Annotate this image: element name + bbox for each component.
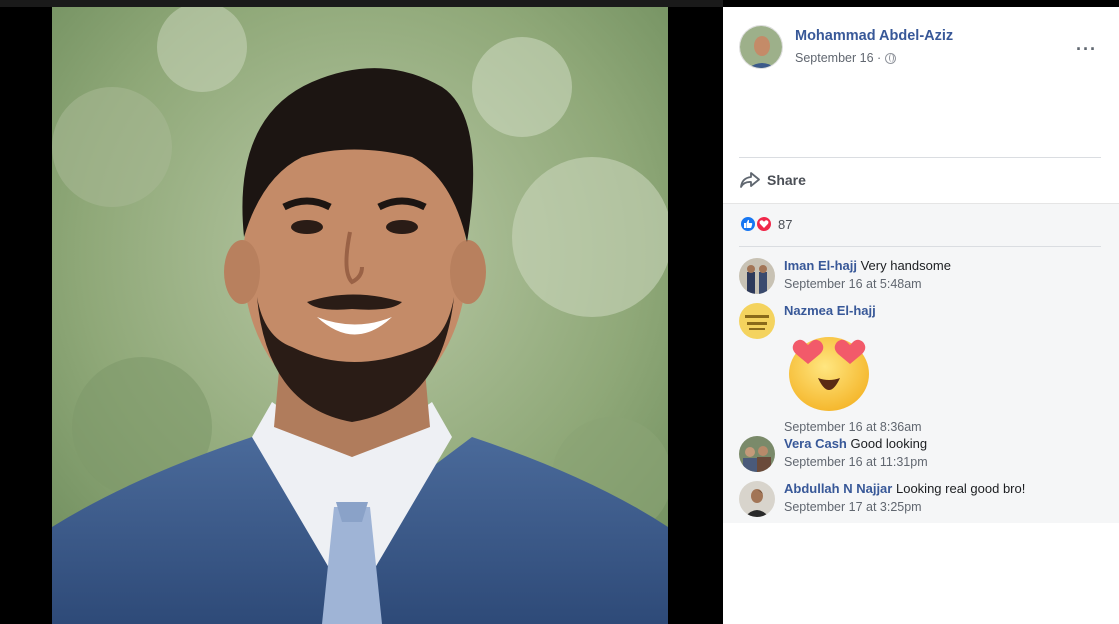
- share-button[interactable]: Share: [739, 168, 806, 192]
- heart-eyes-emoji-icon: [784, 328, 876, 414]
- comment-text: Good looking: [850, 436, 928, 451]
- commenter-name[interactable]: Iman El-hajj: [784, 258, 857, 273]
- divider: [739, 246, 1101, 247]
- top-strip: [0, 0, 723, 7]
- comment-body: Iman El-hajj Very handsome September 16 …: [784, 256, 1109, 294]
- post-photo[interactable]: [52, 7, 668, 624]
- commenter-avatar[interactable]: [739, 258, 775, 294]
- comment-body: Vera Cash Good looking September 16 at 1…: [784, 434, 1109, 472]
- comment-time[interactable]: September 16 at 5:48am: [784, 275, 1109, 294]
- commenter-avatar[interactable]: [739, 303, 775, 339]
- post-sidebar: Mohammad Abdel-Aziz September 16 · ··· S…: [723, 7, 1119, 624]
- love-icon: [755, 215, 773, 233]
- commenter-name[interactable]: Abdullah N Najjar: [784, 481, 892, 496]
- portrait-image: [52, 7, 668, 624]
- globe-icon: [885, 52, 897, 64]
- commenter-avatar[interactable]: [739, 481, 775, 517]
- comment-text: Very handsome: [860, 258, 951, 273]
- commenter-name[interactable]: Nazmea El-hajj: [784, 303, 876, 318]
- post-header: Mohammad Abdel-Aziz September 16 · ···: [739, 25, 1103, 73]
- comment-text: Looking real good bro!: [895, 481, 1026, 496]
- commenter-name[interactable]: Vera Cash: [784, 436, 847, 451]
- comment-body: Abdullah N Najjar Looking real good bro!…: [784, 479, 1109, 517]
- author-avatar[interactable]: [739, 25, 783, 69]
- share-icon: [740, 172, 760, 188]
- reactions-summary[interactable]: 87: [739, 215, 792, 233]
- post-date-text[interactable]: September 16 ·: [795, 51, 881, 65]
- comments-section: 87 Iman El-hajj Very handsome September …: [723, 203, 1119, 523]
- reaction-count[interactable]: 87: [778, 217, 792, 232]
- author-name[interactable]: Mohammad Abdel-Aziz: [795, 28, 953, 44]
- divider: [739, 157, 1101, 158]
- comment-time[interactable]: September 17 at 3:25pm: [784, 498, 1109, 517]
- commenter-avatar[interactable]: [739, 436, 775, 472]
- comment-time[interactable]: September 16 at 11:31pm: [784, 453, 1109, 472]
- more-options-icon[interactable]: ···: [1076, 39, 1097, 60]
- like-icon: [739, 215, 757, 233]
- share-label: Share: [767, 172, 806, 188]
- post-date[interactable]: September 16 ·: [795, 51, 897, 65]
- comment-body: Nazmea El-hajj September 16 at 8:36am: [784, 301, 1109, 437]
- photo-viewer: [0, 0, 723, 624]
